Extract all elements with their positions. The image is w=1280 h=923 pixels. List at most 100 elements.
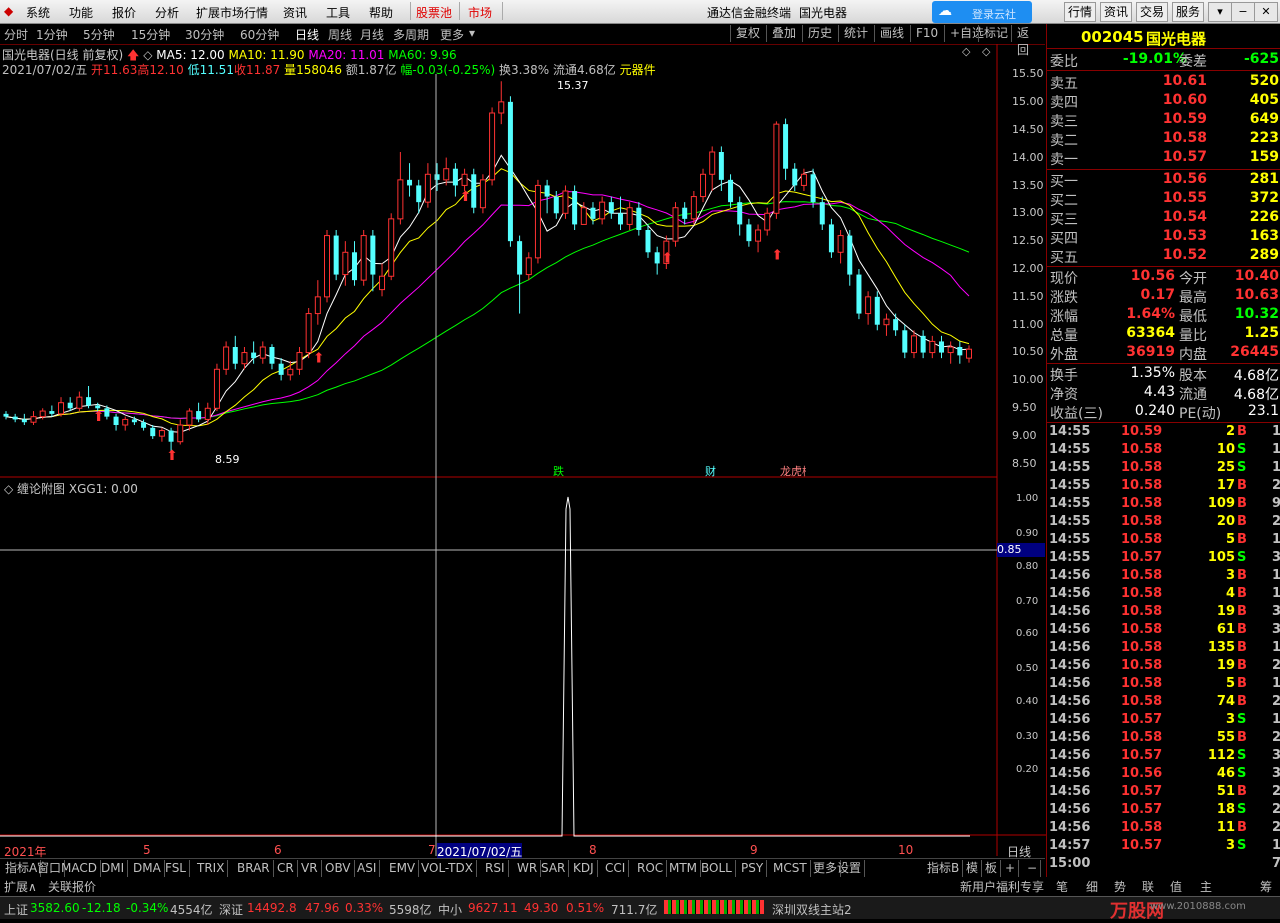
tab-10[interactable]: OBV (322, 860, 355, 877)
tab-2[interactable]: MACD (58, 860, 101, 877)
candle-body[interactable] (783, 124, 789, 169)
candle-body[interactable] (672, 207, 679, 242)
candle-body[interactable] (251, 352, 257, 359)
tick-row[interactable]: 14:55 10.58 10 S 1 (1047, 442, 1280, 460)
candle-body[interactable] (910, 335, 917, 354)
candle-body[interactable] (690, 196, 697, 220)
period-30m[interactable]: 30分钟 (185, 26, 224, 43)
tab-right-1[interactable]: 模 (963, 860, 983, 877)
period-fenshi[interactable]: 分时 (4, 26, 28, 43)
tab-19[interactable]: ROC (634, 860, 668, 877)
candle-body[interactable] (452, 168, 458, 186)
candle-body[interactable] (150, 427, 156, 437)
tab-chou[interactable]: 筹 (1260, 878, 1272, 895)
login-button[interactable]: ☁ 登录云社 (932, 1, 1032, 23)
candle-body[interactable] (645, 230, 651, 253)
candle-body[interactable] (837, 235, 844, 253)
tick-row[interactable]: 14:55 10.58 25 S 1 (1047, 460, 1280, 478)
tab-7[interactable]: BRAR (234, 860, 274, 877)
candle-body[interactable] (177, 424, 184, 443)
candle-body[interactable] (819, 202, 825, 225)
candle-body[interactable] (590, 207, 596, 219)
close-icon[interactable]: ✕ (1254, 2, 1278, 22)
tab-22[interactable]: PSY (738, 860, 768, 877)
candle-body[interactable] (352, 252, 358, 281)
period-15m[interactable]: 15分钟 (131, 26, 170, 43)
btn-fuwu[interactable]: 服务 (1172, 2, 1205, 22)
menu-help[interactable]: 帮助 (369, 4, 393, 21)
candle-body[interactable] (259, 346, 266, 359)
period-60m[interactable]: 60分钟 (240, 26, 279, 43)
kline-chart[interactable]: ⬆ ⬆ ⬆ ⬆ ⬆ ⬆ (0, 44, 1046, 858)
tab-18[interactable]: CCI (602, 860, 630, 877)
tick-row[interactable]: 14:55 10.57 105 S 3 (1047, 550, 1280, 568)
candle-body[interactable] (86, 397, 92, 406)
bid-row[interactable]: 买五 10.52 289 (1047, 247, 1280, 266)
candle-body[interactable] (883, 318, 890, 326)
candle-body[interactable] (544, 185, 550, 197)
candle-body[interactable] (874, 296, 880, 325)
candle-body[interactable] (957, 347, 963, 356)
period-day[interactable]: 日线 (295, 26, 319, 43)
menu-analysis[interactable]: 分析 (155, 4, 179, 21)
menu-ext-market[interactable]: 扩展市场行情 (196, 4, 268, 21)
candle-body[interactable] (947, 346, 954, 354)
candle-body[interactable] (461, 173, 468, 186)
candle-body[interactable] (213, 368, 220, 409)
tick-row[interactable]: 14:56 10.58 3 B 1 (1047, 568, 1280, 586)
candle-body[interactable] (342, 251, 349, 276)
candle-body[interactable] (158, 430, 165, 437)
candle-body[interactable] (966, 348, 972, 359)
candle-body[interactable] (534, 184, 541, 259)
tick-row[interactable]: 14:56 10.57 112 S 3 (1047, 748, 1280, 766)
tab-21[interactable]: BOLL (698, 860, 736, 877)
btn-jiaoyi[interactable]: 交易 (1136, 2, 1169, 22)
candle-body[interactable] (122, 418, 129, 426)
ask-row[interactable]: 卖四 10.60 405 (1047, 92, 1280, 111)
tab-4[interactable]: DMA (130, 860, 165, 877)
ask-row[interactable]: 卖五 10.61 520 (1047, 73, 1280, 92)
bid-row[interactable]: 买一 10.56 281 (1047, 171, 1280, 190)
tab-zhu[interactable]: 主 (1200, 878, 1212, 895)
candle-body[interactable] (810, 174, 816, 203)
period-multi[interactable]: 多周期 (393, 26, 429, 43)
bid-row[interactable]: 买三 10.54 226 (1047, 209, 1280, 228)
candle-body[interactable] (773, 123, 780, 214)
btn-f10[interactable]: F10 (910, 25, 943, 42)
bid-row[interactable]: 买二 10.55 372 (1047, 190, 1280, 209)
candle-body[interactable] (21, 419, 27, 423)
tab-zhi[interactable]: 值 (1170, 878, 1182, 895)
menu-function[interactable]: 功能 (69, 4, 93, 21)
candle-body[interactable] (424, 173, 431, 203)
tick-row[interactable]: 14:56 10.58 19 B 2 (1047, 658, 1280, 676)
candle-body[interactable] (287, 368, 294, 376)
btn-huaxian[interactable]: 画线 (874, 25, 909, 42)
tick-row[interactable]: 14:55 10.58 109 B 9 (1047, 496, 1280, 514)
tick-row[interactable]: 14:56 10.57 51 B 2 (1047, 784, 1280, 802)
collapse-icon[interactable]: ◇ (4, 482, 17, 496)
window-menu-icon[interactable]: ▾ (1208, 2, 1232, 22)
candle-body[interactable] (3, 413, 9, 417)
menu-system[interactable]: 系统 (26, 4, 50, 21)
tick-row[interactable]: 14:56 10.57 3 S 1 (1047, 712, 1280, 730)
candle-body[interactable] (113, 416, 119, 425)
candle-body[interactable] (800, 173, 807, 186)
period-1m[interactable]: 1分钟 (36, 26, 68, 43)
candle-body[interactable] (360, 235, 367, 281)
tick-row[interactable]: 14:56 10.58 135 B 14 (1047, 640, 1280, 658)
candle-body[interactable] (58, 402, 65, 415)
candle-body[interactable] (828, 224, 834, 253)
tab-right-0[interactable]: 指标B (924, 860, 964, 877)
tab-right-4[interactable]: − (1024, 860, 1042, 877)
tab-3[interactable]: DMI (98, 860, 129, 877)
tick-row[interactable]: 14:56 10.57 18 S 2 (1047, 802, 1280, 820)
candle-body[interactable] (443, 168, 450, 181)
candle-body[interactable] (141, 422, 147, 428)
event-tag-cai[interactable]: 财 (705, 463, 716, 479)
candle-body[interactable] (241, 352, 248, 365)
candle-body[interactable] (379, 275, 386, 291)
tab-13[interactable]: VOL-TDX (418, 860, 477, 877)
menu-tools[interactable]: 工具 (326, 4, 350, 21)
candle-body[interactable] (314, 296, 321, 315)
candle-body[interactable] (370, 235, 376, 275)
